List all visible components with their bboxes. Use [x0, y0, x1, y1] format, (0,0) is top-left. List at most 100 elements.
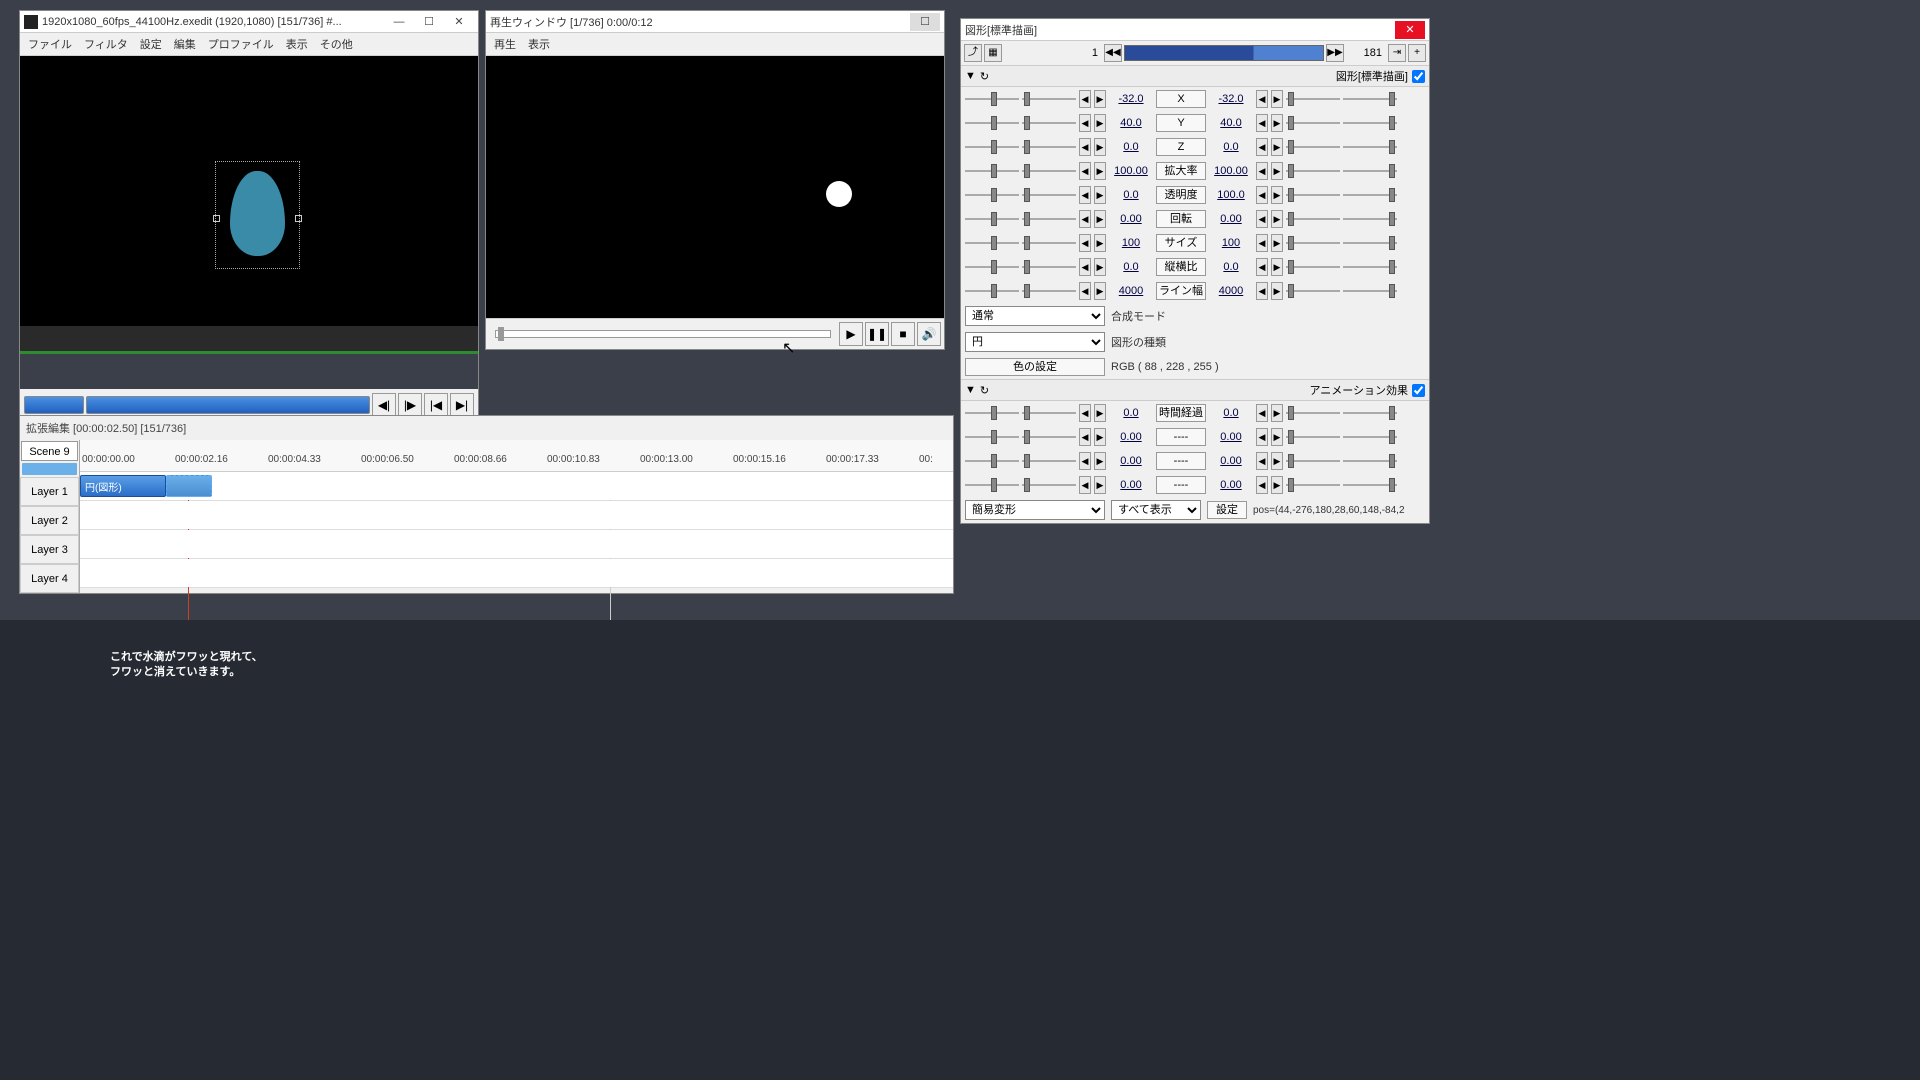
dec-button[interactable]: ◀ — [1079, 162, 1091, 180]
anim-filter-select[interactable]: すべて表示 — [1111, 500, 1201, 520]
param-label[interactable]: ---- — [1156, 428, 1206, 446]
slider-left[interactable] — [965, 452, 1019, 470]
inc-button[interactable]: ▶ — [1094, 162, 1106, 180]
playback-seek[interactable] — [495, 330, 831, 338]
param-label[interactable]: 透明度 — [1156, 186, 1206, 204]
slider-right[interactable] — [1286, 258, 1340, 276]
slider-right-2[interactable] — [1343, 90, 1397, 108]
slider-left[interactable] — [965, 404, 1019, 422]
frame-jump-button[interactable]: ⇥ — [1388, 44, 1406, 62]
slider-right-2[interactable] — [1343, 186, 1397, 204]
slider-right[interactable] — [1286, 138, 1340, 156]
loop-icon[interactable]: ↻ — [980, 70, 989, 83]
layer-4-label[interactable]: Layer 4 — [20, 564, 79, 593]
frame-add-button[interactable]: + — [1408, 44, 1426, 62]
slider-left-2[interactable] — [1022, 162, 1076, 180]
dec-button[interactable]: ◀ — [1079, 114, 1091, 132]
value-right[interactable]: 100 — [1209, 237, 1253, 249]
maximize-button[interactable]: ☐ — [414, 13, 444, 31]
section-enable-checkbox[interactable] — [1412, 70, 1425, 83]
slider-right[interactable] — [1286, 210, 1340, 228]
dec-button-r[interactable]: ◀ — [1256, 90, 1268, 108]
dec-button-r[interactable]: ◀ — [1256, 210, 1268, 228]
value-left[interactable]: 0.00 — [1109, 479, 1153, 491]
play-button[interactable]: ▶ — [839, 322, 863, 346]
slider-left[interactable] — [965, 258, 1019, 276]
close-button[interactable]: ✕ — [444, 13, 474, 31]
inc-button-r[interactable]: ▶ — [1271, 428, 1283, 446]
pause-button[interactable]: ❚❚ — [865, 322, 889, 346]
slider-right-2[interactable] — [1343, 258, 1397, 276]
inc-button[interactable]: ▶ — [1094, 114, 1106, 132]
value-right[interactable]: -32.0 — [1209, 93, 1253, 105]
dec-button[interactable]: ◀ — [1079, 428, 1091, 446]
param-label[interactable]: ---- — [1156, 452, 1206, 470]
anim-enable-checkbox[interactable] — [1412, 384, 1425, 397]
slider-right[interactable] — [1286, 162, 1340, 180]
dec-button-r[interactable]: ◀ — [1256, 186, 1268, 204]
slider-right-2[interactable] — [1343, 234, 1397, 252]
time-ruler[interactable]: 00:00:00.00 00:00:02.16 00:00:04.33 00:0… — [80, 440, 953, 472]
dec-button[interactable]: ◀ — [1079, 186, 1091, 204]
slider-right[interactable] — [1286, 90, 1340, 108]
color-button[interactable]: 色の設定 — [965, 358, 1105, 376]
frame-range-bar[interactable] — [1124, 45, 1324, 61]
editor-canvas[interactable] — [20, 56, 478, 326]
playback-min-button[interactable]: ☐ — [910, 13, 940, 31]
effect-grid-icon[interactable]: ▦ — [984, 44, 1002, 62]
menu-profile[interactable]: プロファイル — [208, 36, 274, 52]
props-titlebar[interactable]: 図形[標準描画] ✕ — [961, 19, 1429, 41]
layer-4-track[interactable] — [80, 559, 953, 588]
menu-view[interactable]: 表示 — [286, 36, 308, 52]
timeline-clip-tail[interactable] — [166, 475, 212, 497]
slider-left-2[interactable] — [1022, 282, 1076, 300]
inc-button[interactable]: ▶ — [1094, 186, 1106, 204]
section-shape-header[interactable]: ▼ ↻ 図形[標準描画] — [961, 65, 1429, 87]
slider-right[interactable] — [1286, 452, 1340, 470]
menu-other[interactable]: その他 — [320, 36, 353, 52]
dec-button[interactable]: ◀ — [1079, 90, 1091, 108]
param-label[interactable]: Z — [1156, 138, 1206, 156]
value-left[interactable]: 40.0 — [1109, 117, 1153, 129]
inc-button[interactable]: ▶ — [1094, 476, 1106, 494]
layer-3-label[interactable]: Layer 3 — [20, 535, 79, 564]
slider-left-2[interactable] — [1022, 258, 1076, 276]
playback-titlebar[interactable]: 再生ウィンドウ [1/736] 0:00/0:12 ☐ — [486, 11, 944, 33]
slider-left-2[interactable] — [1022, 476, 1076, 494]
dec-button[interactable]: ◀ — [1079, 282, 1091, 300]
slider-left-2[interactable] — [1022, 114, 1076, 132]
slider-right-2[interactable] — [1343, 428, 1397, 446]
inc-button-r[interactable]: ▶ — [1271, 282, 1283, 300]
slider-right[interactable] — [1286, 114, 1340, 132]
slider-left-2[interactable] — [1022, 404, 1076, 422]
collapse-icon[interactable]: ▼ — [965, 384, 976, 396]
inc-button[interactable]: ▶ — [1094, 282, 1106, 300]
dec-button[interactable]: ◀ — [1079, 476, 1091, 494]
dec-button[interactable]: ◀ — [1079, 404, 1091, 422]
layer-2-track[interactable] — [80, 501, 953, 530]
value-left[interactable]: 100 — [1109, 237, 1153, 249]
dec-button[interactable]: ◀ — [1079, 452, 1091, 470]
value-right[interactable]: 0.00 — [1209, 213, 1253, 225]
slider-left-2[interactable] — [1022, 452, 1076, 470]
slider-right-2[interactable] — [1343, 210, 1397, 228]
dec-button[interactable]: ◀ — [1079, 210, 1091, 228]
dec-button[interactable]: ◀ — [1079, 234, 1091, 252]
timeline-clip[interactable]: 円(図形) — [80, 475, 166, 497]
slider-left-2[interactable] — [1022, 210, 1076, 228]
dec-button-r[interactable]: ◀ — [1256, 114, 1268, 132]
minimize-button[interactable]: — — [384, 13, 414, 31]
nav-slider-main[interactable] — [86, 396, 370, 414]
inc-button-r[interactable]: ▶ — [1271, 210, 1283, 228]
param-label[interactable]: X — [1156, 90, 1206, 108]
dec-button-r[interactable]: ◀ — [1256, 282, 1268, 300]
slider-left[interactable] — [965, 90, 1019, 108]
slider-left[interactable] — [965, 234, 1019, 252]
slider-left-2[interactable] — [1022, 234, 1076, 252]
value-right[interactable]: 0.0 — [1209, 141, 1253, 153]
value-left[interactable]: 0.00 — [1109, 455, 1153, 467]
dec-button-r[interactable]: ◀ — [1256, 452, 1268, 470]
value-left[interactable]: 0.00 — [1109, 431, 1153, 443]
section-anim-header[interactable]: ▼ ↻ アニメーション効果 — [961, 379, 1429, 401]
inc-button-r[interactable]: ▶ — [1271, 162, 1283, 180]
